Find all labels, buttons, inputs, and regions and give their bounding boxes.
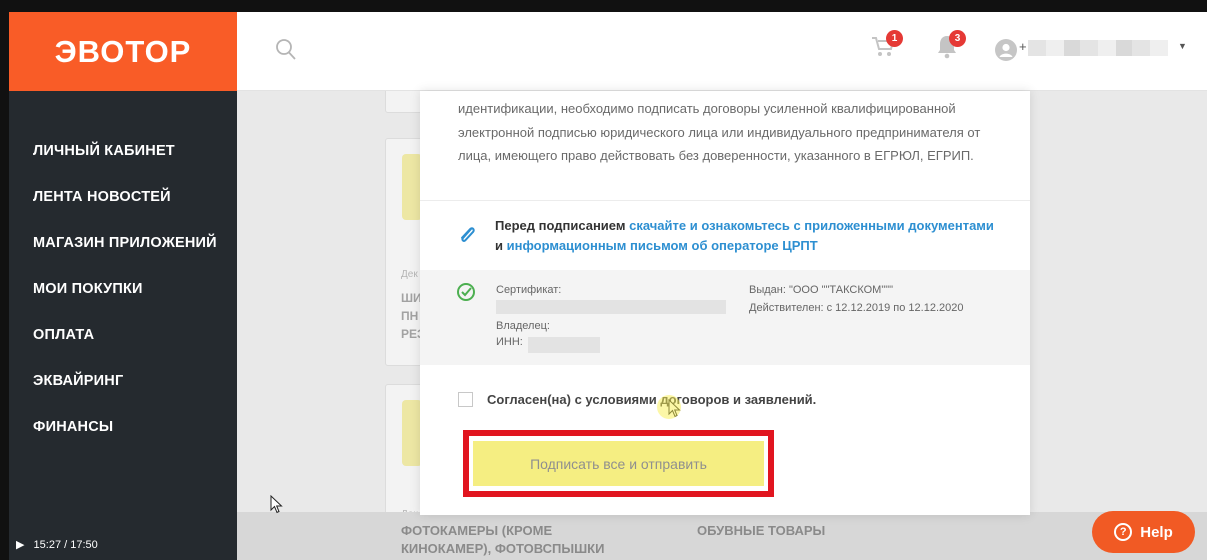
inn-redacted — [528, 337, 600, 353]
owner-label: Владелец: — [496, 320, 550, 332]
top-header: 1 3 + ▼ — [237, 12, 1207, 91]
background-category: ФОТОКАМЕРЫ (КРОМЕ КИНОКАМЕР), ФОТОВСПЫШК… — [401, 523, 605, 556]
user-name[interactable]: + — [1019, 39, 1027, 54]
notice: Перед подписанием скачайте и ознакомьтес… — [495, 216, 994, 256]
play-icon[interactable]: ▶ — [16, 539, 24, 551]
check-circle-icon — [457, 283, 475, 301]
background-card-button — [402, 400, 422, 466]
background-text: ШИ — [401, 291, 422, 305]
sidebar-item-payment[interactable]: ОПЛАТА — [33, 327, 94, 343]
help-label: Help — [1140, 523, 1173, 541]
notice-prefix: Перед подписанием — [495, 218, 626, 233]
background-label: Дек — [401, 269, 418, 280]
cart-count-badge: 1 — [886, 30, 903, 47]
mouse-cursor-icon — [270, 495, 283, 514]
documents-link[interactable]: скачайте и ознакомьтесь с приложенными д… — [629, 218, 994, 233]
video-timestamp: ▶ 15:27 / 17:50 — [16, 538, 98, 551]
intro-text: идентификации, необходимо подписать дого… — [458, 101, 981, 163]
video-time-label: 15:27 / 17:50 — [33, 539, 98, 551]
agree-row[interactable]: Согласен(на) с условиями договоров и зая… — [458, 392, 816, 407]
sidebar-item-acquiring[interactable]: ЭКВАЙРИНГ — [33, 373, 123, 389]
agree-label[interactable]: Согласен(на) с условиями договоров и зая… — [487, 392, 816, 407]
notice-and: и — [495, 238, 503, 253]
certificate-validity: Действителен: с 12.12.2019 по 12.12.2020 — [749, 302, 964, 314]
sidebar-item-finance[interactable]: ФИНАНСЫ — [33, 419, 113, 435]
cursor-highlight — [657, 395, 681, 419]
question-icon: ? — [1114, 523, 1133, 541]
sidebar-item-app-store[interactable]: МАГАЗИН ПРИЛОЖЕНИЙ — [33, 235, 217, 251]
help-button[interactable]: ? Help — [1092, 511, 1195, 553]
certificate-issuer: Выдан: "ООО ""ТАКСКОМ""" — [749, 284, 894, 296]
certificate-panel: Сертификат: Владелец: ИНН: Выдан: "ООО "… — [420, 270, 1030, 365]
crpt-letter-link[interactable]: информационным письмом об операторе ЦРПТ — [507, 238, 818, 253]
user-name-redacted — [1028, 40, 1168, 56]
sidebar-item-news[interactable]: ЛЕНТА НОВОСТЕЙ — [33, 189, 171, 205]
app-window: Дек ШИ ПН РЕЗ Дек ФОТОКАМЕРЫ (КРОМЕ КИНО… — [9, 12, 1207, 560]
paperclip-icon — [461, 227, 475, 242]
cart-button[interactable]: 1 — [871, 30, 903, 63]
sign-documents-modal: идентификации, необходимо подписать дого… — [420, 91, 1030, 515]
notifications-count-badge: 3 — [949, 30, 966, 47]
sign-and-send-button[interactable]: Подписать все и отправить — [473, 441, 764, 486]
divider — [420, 200, 1030, 201]
background-bottom-strip: ФОТОКАМЕРЫ (КРОМЕ КИНОКАМЕР), ФОТОВСПЫШК… — [237, 512, 1207, 560]
sidebar: ЛИЧНЫЙ КАБИНЕТ ЛЕНТА НОВОСТЕЙ МАГАЗИН ПР… — [9, 91, 237, 560]
certificate-label: Сертификат: — [496, 284, 562, 296]
inn-label: ИНН: — [496, 336, 523, 348]
background-category: ОБУВНЫЕ ТОВАРЫ — [697, 523, 826, 538]
background-card-button — [402, 154, 422, 220]
search-icon[interactable] — [275, 38, 297, 62]
agree-checkbox[interactable] — [458, 392, 473, 407]
sidebar-item-purchases[interactable]: МОИ ПОКУПКИ — [33, 281, 143, 297]
certificate-redacted — [496, 300, 726, 314]
sidebar-item-personal-account[interactable]: ЛИЧНЫЙ КАБИНЕТ — [33, 143, 175, 159]
notifications-button[interactable]: 3 — [936, 30, 966, 64]
user-avatar-icon[interactable] — [995, 39, 1017, 61]
background-text: ПН — [401, 309, 419, 323]
evotor-logo[interactable]: ЭВОТОР — [9, 12, 237, 91]
chevron-down-icon[interactable]: ▼ — [1178, 41, 1187, 51]
